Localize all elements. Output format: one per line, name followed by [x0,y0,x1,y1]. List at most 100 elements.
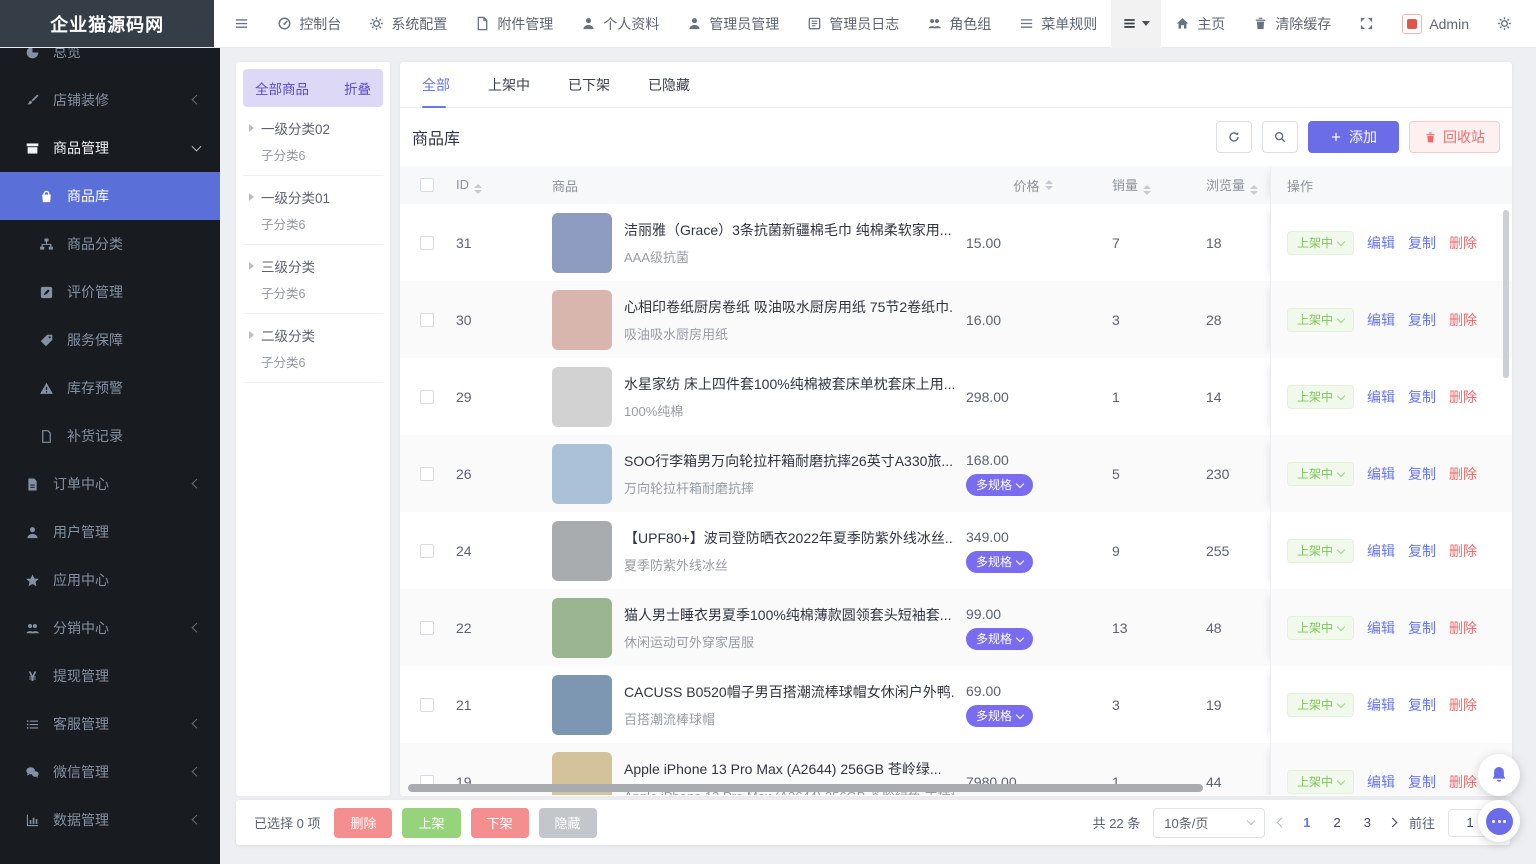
edit-link[interactable]: 编辑 [1367,541,1395,561]
status-dropdown[interactable]: 上架中 [1287,231,1354,255]
row-checkbox[interactable] [420,390,434,404]
header-sales[interactable]: 销量 [1100,175,1194,195]
row-checkbox[interactable] [420,236,434,250]
status-dropdown[interactable]: 上架中 [1287,616,1354,640]
product-image[interactable] [552,213,612,273]
admin-menu[interactable]: Admin [1388,0,1483,48]
topnav-item-role-group[interactable]: 角色组 [913,0,1005,48]
vertical-scrollbar[interactable] [1503,210,1509,378]
copy-link[interactable]: 复制 [1408,541,1436,561]
fullscreen-button[interactable] [1345,0,1388,48]
recycle-bin-button[interactable]: 回收站 [1409,121,1500,153]
product-title[interactable]: 水星家纺 床上四件套100%纯棉被套床单枕套床上用... [624,374,954,394]
product-title[interactable]: CACUSS B0520帽子男百搭潮流棒球帽女休闲户外鸭... [624,682,954,702]
spec-dropdown[interactable]: 多规格 [966,628,1033,650]
sidebar-item-user-management[interactable]: 用户管理 [0,508,220,556]
product-title[interactable]: 猫人男士睡衣男夏季100%纯棉薄款圆领套头短袖套... [624,605,951,625]
product-image[interactable] [552,675,612,735]
tab-all[interactable]: 全部 [422,62,450,107]
topnav-item-attachments[interactable]: 附件管理 [461,0,567,48]
edit-link[interactable]: 编辑 [1367,772,1395,792]
bulk-on-sale-button[interactable]: 上架 [402,808,460,838]
row-checkbox[interactable] [420,621,434,635]
page-3[interactable]: 3 [1359,815,1376,830]
copy-link[interactable]: 复制 [1408,772,1436,792]
status-dropdown[interactable]: 上架中 [1287,385,1354,409]
topnav-item-profile[interactable]: 个人资料 [567,0,673,48]
product-title[interactable]: Apple iPhone 13 Pro Max (A2644) 256GB 苍岭… [624,759,954,779]
chat-button[interactable] [1478,800,1520,842]
topnav-item-admins[interactable]: 管理员管理 [673,0,793,48]
sidebar-item-customer-service[interactable]: 客服管理 [0,700,220,748]
select-all-checkbox[interactable] [420,178,434,192]
sidebar-item-service-guarantee[interactable]: 服务保障 [0,316,220,364]
sidebar-item-withdrawal-management[interactable]: ¥ 提现管理 [0,652,220,700]
delete-link[interactable]: 删除 [1449,541,1477,561]
product-title[interactable]: 心相印卷纸厨房卷纸 吸油吸水厨房用纸 75节2卷纸巾... [624,297,954,317]
copy-link[interactable]: 复制 [1408,310,1436,330]
product-title[interactable]: 洁丽雅（Grace）3条抗菌新疆棉毛巾 纯棉柔软家用... [624,220,951,240]
topnav-item-dashboard[interactable]: 控制台 [263,0,355,48]
sidebar-item-wechat-management[interactable]: 微信管理 [0,748,220,796]
page-2[interactable]: 2 [1329,815,1346,830]
sidebar-item-stock-warning[interactable]: 库存预警 [0,364,220,412]
product-image[interactable] [552,290,612,350]
edit-link[interactable]: 编辑 [1367,618,1395,638]
sidebar-item-restock-records[interactable]: 补货记录 [0,412,220,460]
copy-link[interactable]: 复制 [1408,387,1436,407]
copy-link[interactable]: 复制 [1408,233,1436,253]
edit-link[interactable]: 编辑 [1367,387,1395,407]
spec-dropdown[interactable]: 多规格 [966,705,1033,727]
bulk-off-sale-button[interactable]: 下架 [471,808,529,838]
sidebar-item-product-library[interactable]: 商品库 [0,172,220,220]
status-dropdown[interactable]: 上架中 [1287,770,1354,794]
sidebar-item-app-center[interactable]: 应用中心 [0,556,220,604]
header-id[interactable]: ID [456,177,536,194]
add-button[interactable]: 添加 [1308,121,1399,153]
category-tree-item[interactable]: 三级分类 子分类6 [243,245,383,314]
delete-link[interactable]: 删除 [1449,387,1477,407]
sidebar-toggle-button[interactable] [220,0,263,48]
bulk-delete-button[interactable]: 删除 [334,808,392,838]
tab-hidden[interactable]: 已隐藏 [648,62,690,107]
delete-link[interactable]: 删除 [1449,464,1477,484]
row-checkbox[interactable] [420,698,434,712]
sidebar-item-product-management[interactable]: 商品管理 [0,124,220,172]
category-tree-item[interactable]: 一级分类01 子分类6 [243,176,383,245]
product-title[interactable]: 【UPF80+】波司登防晒衣2022年夏季防紫外线冰丝... [624,528,954,548]
sort-icon[interactable] [1250,185,1258,195]
product-title[interactable]: SOO行李箱男万向轮拉杆箱耐磨抗摔26英寸A330旅... [624,451,953,471]
topnav-item-system-config[interactable]: 系统配置 [355,0,461,48]
next-page-button[interactable] [1388,818,1398,828]
edit-link[interactable]: 编辑 [1367,233,1395,253]
search-button[interactable] [1262,121,1298,153]
header-views[interactable]: 浏览量 [1194,175,1270,195]
sort-icon[interactable] [474,184,482,194]
home-button[interactable]: 主页 [1161,0,1239,48]
topnav-item-admin-log[interactable]: 管理员日志 [793,0,913,48]
spec-dropdown[interactable]: 多规格 [966,551,1033,573]
category-tree-item[interactable]: 二级分类 子分类6 [243,314,383,383]
settings-button[interactable] [1483,0,1526,48]
notification-button[interactable] [1478,754,1520,796]
copy-link[interactable]: 复制 [1408,464,1436,484]
delete-link[interactable]: 删除 [1449,772,1477,792]
tab-on-sale[interactable]: 上架中 [488,62,530,107]
delete-link[interactable]: 删除 [1449,695,1477,715]
page-1[interactable]: 1 [1298,815,1315,830]
prev-page-button[interactable] [1277,818,1287,828]
row-checkbox[interactable] [420,467,434,481]
status-dropdown[interactable]: 上架中 [1287,539,1354,563]
horizontal-scrollbar[interactable] [408,784,1203,792]
sort-icon[interactable] [1045,180,1053,190]
sidebar-item-data-management[interactable]: 数据管理 [0,796,220,844]
page-size-select[interactable]: 10条/页 [1153,808,1265,838]
edit-link[interactable]: 编辑 [1367,464,1395,484]
delete-link[interactable]: 删除 [1449,618,1477,638]
copy-link[interactable]: 复制 [1408,695,1436,715]
product-image[interactable] [552,444,612,504]
status-dropdown[interactable]: 上架中 [1287,462,1354,486]
row-checkbox[interactable] [420,544,434,558]
all-products-label[interactable]: 全部商品 [255,78,309,98]
collapse-button[interactable]: 折叠 [344,78,371,98]
